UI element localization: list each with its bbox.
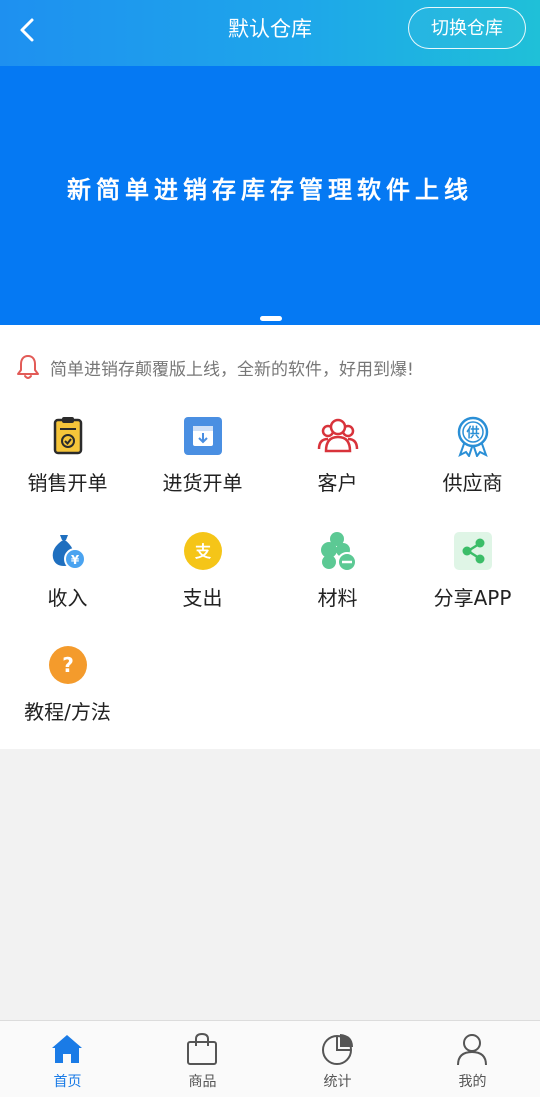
- notice-text: 简单进销存颠覆版上线，全新的软件，好用到爆!: [50, 360, 414, 380]
- svg-text:¥: ¥: [71, 553, 80, 567]
- supplier-badge-icon: 供: [457, 416, 489, 457]
- grid-item-purchase-order[interactable]: 进货开单: [135, 413, 270, 523]
- tab-home[interactable]: 首页: [0, 1021, 135, 1097]
- back-arrow-icon: [20, 18, 34, 42]
- help-icon: ?: [49, 646, 87, 684]
- grid-label: 教程/方法: [24, 700, 111, 724]
- svg-text:支: 支: [194, 542, 212, 561]
- grid-item-materials[interactable]: 材料: [270, 528, 405, 638]
- bag-icon: [187, 1032, 217, 1065]
- grid-label: 分享APP: [433, 586, 512, 610]
- banner-page-indicator: [260, 316, 282, 321]
- main-content: 简单进销存颠覆版上线，全新的软件，好用到爆! 销售开单 进货开单 客户 供 供应…: [0, 325, 540, 749]
- tab-label: 首页: [53, 1074, 82, 1090]
- bottom-tab-bar: 首页 商品 统计 我的: [0, 1020, 540, 1097]
- tab-label: 商品: [188, 1074, 217, 1090]
- grid-item-customers[interactable]: 客户: [270, 413, 405, 523]
- grid-item-tutorial[interactable]: ? 教程/方法: [0, 642, 135, 752]
- grid-item-income[interactable]: ¥ 收入: [0, 528, 135, 638]
- grid-item-share-app[interactable]: 分享APP: [405, 528, 540, 638]
- purchase-inbox-icon: [184, 417, 222, 455]
- grid-label: 销售开单: [27, 471, 108, 495]
- grid-label: 供应商: [442, 471, 503, 495]
- tab-products[interactable]: 商品: [135, 1021, 270, 1097]
- grid-label: 支出: [182, 586, 223, 610]
- notice-bar[interactable]: 简单进销存颠覆版上线，全新的软件，好用到爆!: [0, 325, 540, 409]
- banner-text: 新简单进销存库存管理软件上线: [67, 176, 473, 204]
- promo-banner[interactable]: 新简单进销存库存管理软件上线: [0, 66, 540, 325]
- tab-statistics[interactable]: 统计: [270, 1021, 405, 1097]
- grid-item-sales-order[interactable]: 销售开单: [0, 413, 135, 523]
- share-icon: [454, 532, 492, 570]
- grid-item-supplier[interactable]: 供 供应商: [405, 413, 540, 523]
- user-icon: [457, 1034, 487, 1066]
- grid-label: 客户: [317, 471, 358, 495]
- svg-text:?: ?: [62, 653, 74, 677]
- pie-chart-icon: [322, 1034, 353, 1065]
- tab-profile[interactable]: 我的: [405, 1021, 540, 1097]
- tab-label: 统计: [323, 1074, 352, 1090]
- svg-text:供: 供: [465, 425, 479, 441]
- expense-coin-icon: 支: [184, 532, 222, 570]
- grid-label: 材料: [317, 586, 358, 610]
- top-bar: 默认仓库 切换仓库: [0, 0, 540, 66]
- customers-icon: [317, 418, 359, 453]
- home-icon: [52, 1035, 82, 1063]
- income-moneybag-icon: ¥: [52, 535, 86, 570]
- switch-warehouse-button[interactable]: 切换仓库: [408, 7, 526, 49]
- materials-icon: [321, 532, 357, 572]
- sales-clipboard-icon: [53, 417, 83, 455]
- grid-item-expense[interactable]: 支 支出: [135, 528, 270, 638]
- back-button[interactable]: [10, 12, 50, 52]
- tab-label: 我的: [458, 1074, 487, 1090]
- bell-icon: [17, 355, 39, 379]
- grid-label: 进货开单: [162, 471, 243, 495]
- grid-label: 收入: [47, 586, 88, 610]
